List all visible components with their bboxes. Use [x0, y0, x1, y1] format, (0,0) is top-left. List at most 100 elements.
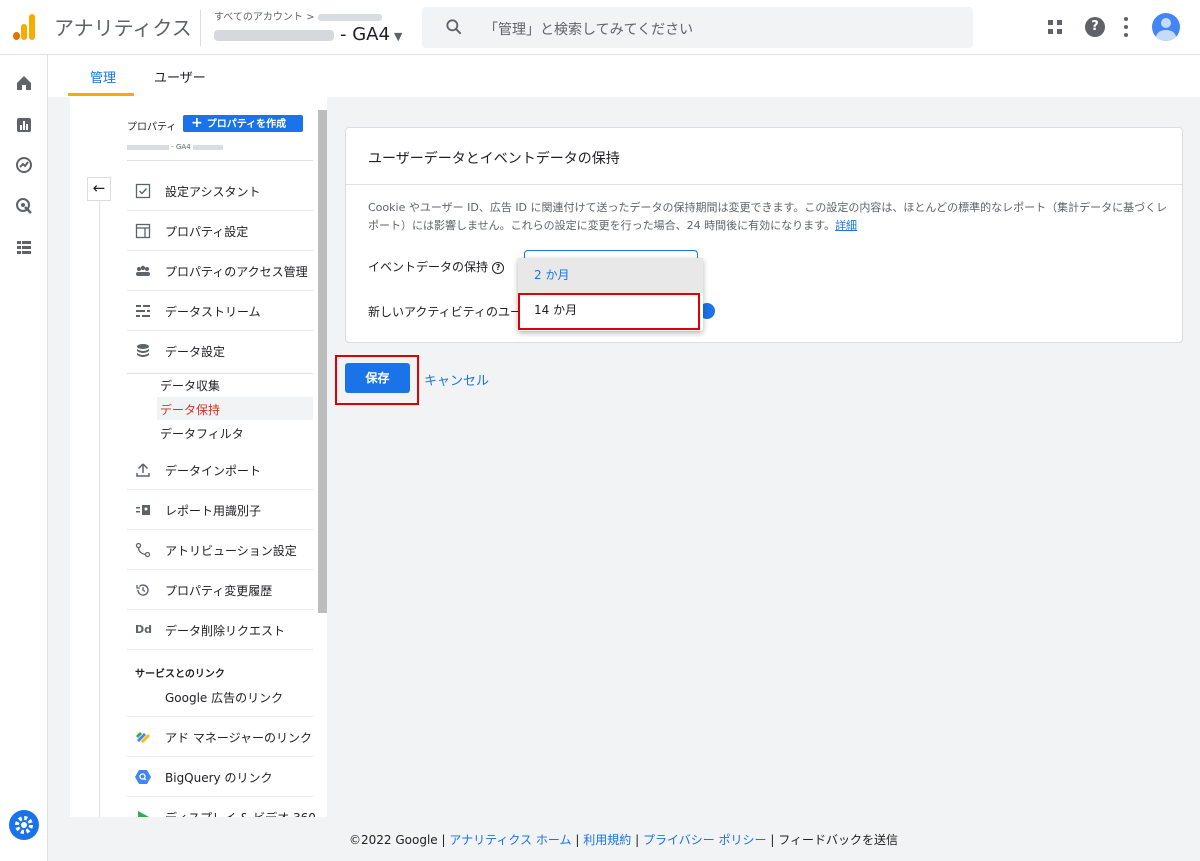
sub-item-data-collection[interactable]: データ収集 [160, 377, 220, 394]
nav-item-label: データインポート [165, 464, 262, 478]
reset-on-activity-label: 新しいアクティビティのユーザーデータのリセット [368, 305, 520, 319]
property-window-icon [135, 223, 151, 239]
active-tab-indicator [68, 93, 134, 96]
home-icon[interactable] [14, 73, 34, 93]
event-retention-text: イベントデータの保持 [368, 260, 489, 274]
nav-item-bigquery-link[interactable]: BigQuery のリンク [127, 757, 313, 797]
footer-home-link[interactable]: アナリティクス ホーム [449, 833, 571, 847]
description-text: Cookie やユーザー ID、広告 ID に関連付けて送ったデータの保持期間は… [368, 201, 1168, 232]
nav-item-dv360-link[interactable]: ディスプレイ & ビデオ 360 [127, 797, 316, 817]
tab-user[interactable]: ユーザー [154, 67, 206, 86]
history-icon [136, 584, 149, 596]
tab-admin[interactable]: 管理 [90, 67, 116, 86]
property-name-selector[interactable]: - GA4 [127, 143, 223, 151]
search-bar[interactable]: 「管理」と検索してみてください [422, 7, 973, 48]
data-retention-card: ユーザーデータとイベントデータの保持 Cookie やユーザー ID、広告 ID… [345, 127, 1183, 343]
nav-item-label: アトリビューション設定 [165, 544, 297, 558]
card-title: ユーザーデータとイベントデータの保持 [368, 151, 620, 167]
dd-icon: Dd [135, 623, 153, 636]
nav-item-data-streams[interactable]: データストリーム [127, 291, 313, 331]
back-arrow-icon[interactable]: ← [87, 177, 111, 201]
redacted-property-name [214, 29, 334, 41]
stream-icon [136, 305, 150, 317]
nav-item-label: アド マネージャーのリンク [165, 731, 312, 745]
nav-item-attribution-settings[interactable]: アトリビューション設定 [127, 530, 313, 570]
explore-icon[interactable] [14, 155, 34, 175]
learn-more-link[interactable]: 詳細 [835, 219, 857, 232]
footer-separator: | [441, 833, 446, 847]
redacted-domain [127, 144, 169, 150]
nav-item-access-management[interactable]: プロパティのアクセス管理 [127, 251, 313, 291]
admin-tabs: 管理 ユーザー [48, 55, 1200, 97]
nav-item-data-settings[interactable]: データ設定 [127, 331, 313, 371]
nav-item-label: プロパティ設定 [165, 225, 249, 239]
search-placeholder: 「管理」と検索してみてください [484, 22, 694, 38]
app-title[interactable]: アナリティクス [54, 12, 192, 41]
create-property-button[interactable]: + プロパティを作成 [183, 115, 303, 132]
nav-item-ad-manager-link[interactable]: アド マネージャーのリンク [127, 717, 313, 757]
redacted-property-id [192, 144, 223, 150]
checklist-icon [135, 183, 151, 199]
nav-item-google-ads-link[interactable]: Google 広告のリンク [127, 677, 313, 717]
footer-privacy-link[interactable]: プライバシー ポリシー [643, 833, 767, 847]
people-icon [136, 265, 150, 276]
reports-icon[interactable] [14, 115, 34, 135]
card-divider [346, 184, 1182, 185]
property-selector[interactable]: - GA4 ▼ [214, 24, 402, 45]
nav-item-label: データ設定 [165, 345, 226, 359]
nav-scrollbar[interactable] [318, 110, 327, 613]
nav-item-data-import[interactable]: データインポート [127, 450, 313, 490]
nav-item-change-history[interactable]: プロパティ変更履歴 [127, 570, 313, 610]
bigquery-icon [135, 770, 151, 784]
event-retention-label: イベントデータの保持? [368, 258, 505, 275]
footer-copyright: ©2022 Google [349, 833, 438, 847]
left-rail [0, 55, 48, 861]
database-icon [137, 344, 149, 357]
breadcrumb-label: すべてのアカウント > [214, 12, 315, 23]
identifier-icon [136, 505, 150, 515]
avatar[interactable] [1152, 13, 1180, 41]
nav-item-setup-assistant[interactable]: 設定アシスタント [127, 171, 313, 211]
property-nav-panel: プロパティ + プロパティを作成 - GA4 ← 設定アシスタント プロパティ設定… [70, 97, 327, 817]
nav-item-label: レポート用識別子 [165, 504, 262, 518]
create-property-label: プロパティを作成 [206, 119, 287, 130]
redacted-account-name [317, 13, 382, 21]
sub-item-data-filters[interactable]: データフィルタ [160, 425, 244, 442]
property-label: プロパティ [127, 122, 177, 133]
nav-item-reporting-identity[interactable]: レポート用識別子 [127, 490, 313, 530]
plus-icon: + [191, 115, 203, 131]
analytics-logo[interactable] [12, 14, 36, 40]
ad-manager-icon [136, 732, 150, 743]
card-description: Cookie やユーザー ID、広告 ID に関連付けて送ったデータの保持期間は… [368, 199, 1168, 235]
footer: ©2022 Google | アナリティクス ホーム | 利用規約 | プライバ… [349, 831, 898, 848]
attribution-icon [135, 542, 151, 558]
nav-item-label: Google 広告のリンク [165, 691, 284, 705]
property-divider [127, 160, 313, 161]
nav-item-label: データ削除リクエスト [165, 624, 286, 638]
account-breadcrumb[interactable]: すべてのアカウント > [214, 8, 382, 23]
nav-item-label: データストリーム [165, 305, 261, 319]
more-icon[interactable] [1119, 15, 1133, 39]
footer-feedback-link[interactable]: フィードバックを送信 [778, 833, 898, 847]
nav-item-label: 設定アシスタント [165, 185, 261, 199]
dv360-icon [138, 811, 149, 817]
header-divider [200, 10, 201, 46]
property-name-suffix: - GA4 [171, 143, 191, 151]
highlight-box-save [335, 355, 419, 405]
footer-terms-link[interactable]: 利用規約 [583, 833, 631, 847]
help-circle-icon[interactable]: ? [492, 261, 505, 274]
nav-item-property-settings[interactable]: プロパティ設定 [127, 211, 313, 251]
apps-icon[interactable] [1046, 18, 1064, 36]
configure-icon[interactable] [14, 237, 34, 257]
property-suffix: - GA4 [340, 24, 390, 45]
help-icon[interactable]: ? [1085, 17, 1105, 37]
sub-item-data-retention[interactable]: データ保持 [160, 401, 220, 418]
nav-item-data-deletion[interactable]: Dd データ削除リクエスト [127, 610, 313, 650]
footer-separator: | [635, 833, 640, 847]
admin-settings-icon[interactable] [9, 810, 39, 840]
advertising-icon[interactable] [14, 196, 34, 216]
nav-item-label: プロパティのアクセス管理 [165, 265, 308, 279]
cancel-link[interactable]: キャンセル [424, 370, 489, 389]
nav-guide-line [99, 187, 100, 817]
option-2-months[interactable]: 2 か月 [518, 258, 703, 293]
